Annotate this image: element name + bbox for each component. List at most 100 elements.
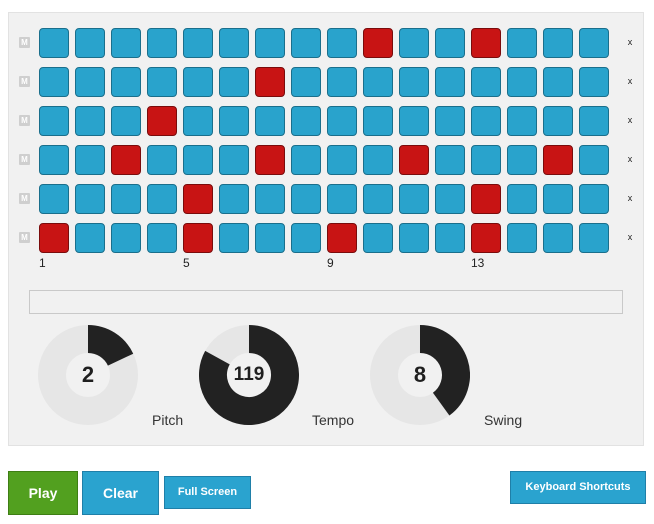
step-button[interactable]	[435, 106, 465, 136]
step-button[interactable]	[39, 184, 69, 214]
step-button[interactable]	[507, 67, 537, 97]
step-button[interactable]	[255, 106, 285, 136]
step-button[interactable]	[435, 67, 465, 97]
step-button[interactable]	[75, 184, 105, 214]
step-button[interactable]	[183, 28, 213, 58]
step-button[interactable]	[471, 67, 501, 97]
step-button[interactable]	[399, 223, 429, 253]
mute-button[interactable]: M	[19, 115, 30, 126]
step-button[interactable]	[291, 184, 321, 214]
step-button[interactable]	[471, 223, 501, 253]
step-button[interactable]	[471, 106, 501, 136]
step-button[interactable]	[291, 67, 321, 97]
step-button[interactable]	[147, 223, 177, 253]
step-button[interactable]	[435, 223, 465, 253]
step-button[interactable]	[147, 184, 177, 214]
mute-button[interactable]: M	[19, 76, 30, 87]
mute-button[interactable]: M	[19, 232, 30, 243]
remove-row-button[interactable]: x	[625, 193, 635, 203]
step-button[interactable]	[183, 67, 213, 97]
step-button[interactable]	[363, 67, 393, 97]
remove-row-button[interactable]: x	[625, 154, 635, 164]
play-button[interactable]: Play	[8, 471, 78, 515]
step-button[interactable]	[399, 184, 429, 214]
step-button[interactable]	[327, 106, 357, 136]
step-button[interactable]	[219, 223, 249, 253]
step-button[interactable]	[507, 223, 537, 253]
step-button[interactable]	[579, 67, 609, 97]
step-button[interactable]	[111, 106, 141, 136]
remove-row-button[interactable]: x	[625, 115, 635, 125]
step-button[interactable]	[579, 223, 609, 253]
step-button[interactable]	[39, 67, 69, 97]
step-button[interactable]	[183, 106, 213, 136]
step-button[interactable]	[255, 145, 285, 175]
step-button[interactable]	[219, 106, 249, 136]
mute-button[interactable]: M	[19, 193, 30, 204]
step-button[interactable]	[183, 223, 213, 253]
step-button[interactable]	[255, 67, 285, 97]
step-button[interactable]	[327, 223, 357, 253]
step-button[interactable]	[363, 145, 393, 175]
step-button[interactable]	[111, 28, 141, 58]
full-screen-button[interactable]: Full Screen	[164, 476, 251, 509]
step-button[interactable]	[543, 223, 573, 253]
step-button[interactable]	[399, 28, 429, 58]
step-button[interactable]	[543, 145, 573, 175]
step-button[interactable]	[543, 106, 573, 136]
step-button[interactable]	[147, 67, 177, 97]
step-button[interactable]	[507, 184, 537, 214]
step-button[interactable]	[471, 28, 501, 58]
step-button[interactable]	[219, 184, 249, 214]
step-button[interactable]	[327, 184, 357, 214]
step-button[interactable]	[255, 184, 285, 214]
step-button[interactable]	[327, 67, 357, 97]
step-button[interactable]	[219, 145, 249, 175]
step-button[interactable]	[111, 223, 141, 253]
step-button[interactable]	[291, 106, 321, 136]
remove-row-button[interactable]: x	[625, 37, 635, 47]
step-button[interactable]	[39, 223, 69, 253]
step-button[interactable]	[399, 67, 429, 97]
step-button[interactable]	[291, 145, 321, 175]
mute-button[interactable]: M	[19, 37, 30, 48]
step-button[interactable]	[75, 223, 105, 253]
step-button[interactable]	[219, 28, 249, 58]
step-button[interactable]	[579, 145, 609, 175]
step-button[interactable]	[363, 223, 393, 253]
step-button[interactable]	[75, 145, 105, 175]
step-button[interactable]	[39, 106, 69, 136]
step-button[interactable]	[183, 184, 213, 214]
step-button[interactable]	[363, 106, 393, 136]
step-button[interactable]	[327, 145, 357, 175]
step-button[interactable]	[147, 145, 177, 175]
step-button[interactable]	[75, 28, 105, 58]
step-button[interactable]	[183, 145, 213, 175]
step-button[interactable]	[435, 28, 465, 58]
step-button[interactable]	[291, 28, 321, 58]
step-button[interactable]	[111, 67, 141, 97]
step-button[interactable]	[579, 106, 609, 136]
step-button[interactable]	[39, 28, 69, 58]
step-button[interactable]	[507, 28, 537, 58]
step-button[interactable]	[435, 145, 465, 175]
step-button[interactable]	[399, 145, 429, 175]
step-button[interactable]	[147, 106, 177, 136]
step-button[interactable]	[219, 67, 249, 97]
pitch-knob[interactable]: 2	[38, 325, 138, 425]
swing-knob[interactable]: 8	[370, 325, 470, 425]
step-button[interactable]	[111, 184, 141, 214]
remove-row-button[interactable]: x	[625, 232, 635, 242]
step-button[interactable]	[543, 184, 573, 214]
step-button[interactable]	[363, 184, 393, 214]
step-button[interactable]	[579, 184, 609, 214]
step-button[interactable]	[75, 106, 105, 136]
step-button[interactable]	[507, 106, 537, 136]
step-button[interactable]	[471, 184, 501, 214]
step-button[interactable]	[255, 28, 285, 58]
step-button[interactable]	[507, 145, 537, 175]
step-button[interactable]	[543, 28, 573, 58]
step-button[interactable]	[399, 106, 429, 136]
remove-row-button[interactable]: x	[625, 76, 635, 86]
step-button[interactable]	[147, 28, 177, 58]
